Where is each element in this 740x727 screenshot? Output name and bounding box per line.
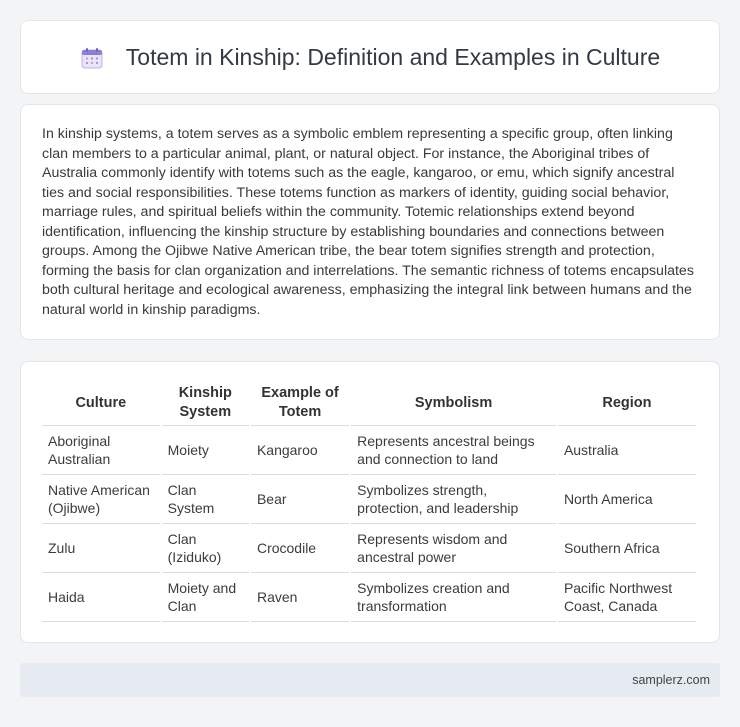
header-kinship-system: Kinship System xyxy=(161,381,249,426)
header-culture: Culture xyxy=(42,381,160,426)
cell-culture: Zulu xyxy=(42,524,160,573)
cell-kinship-system: Moiety xyxy=(161,426,249,475)
table-header-row: Culture Kinship System Example of Totem … xyxy=(42,381,696,426)
table-row: Haida Moiety and Clan Raven Symbolizes c… xyxy=(42,573,696,622)
title-card: Totem in Kinship: Definition and Example… xyxy=(20,20,720,94)
cell-symbolism: Represents wisdom and ancestral power xyxy=(351,524,556,573)
table-row: Native American (Ojibwe) Clan System Bea… xyxy=(42,475,696,524)
cell-symbolism: Symbolizes creation and transformation xyxy=(351,573,556,622)
calendar-icon xyxy=(81,48,103,69)
table-row: Aboriginal Australian Moiety Kangaroo Re… xyxy=(42,426,696,475)
cell-totem: Raven xyxy=(250,573,350,622)
header-symbolism: Symbolism xyxy=(351,381,556,426)
cell-culture: Native American (Ojibwe) xyxy=(42,475,160,524)
table-row: Zulu Clan (Iziduko) Crocodile Represents… xyxy=(42,524,696,573)
header-example-of-totem: Example of Totem xyxy=(250,381,350,426)
cell-kinship-system: Moiety and Clan xyxy=(161,573,249,622)
page-title: Totem in Kinship: Definition and Example… xyxy=(125,43,661,70)
footer-bar: samplerz.com xyxy=(20,663,720,697)
footer-site-link[interactable]: samplerz.com xyxy=(632,673,710,687)
cell-region: Australia xyxy=(557,426,696,475)
cell-kinship-system: Clan System xyxy=(161,475,249,524)
intro-paragraph: In kinship systems, a totem serves as a … xyxy=(42,126,694,318)
cell-symbolism: Represents ancestral beings and connecti… xyxy=(351,426,556,475)
header-region: Region xyxy=(557,381,696,426)
cell-totem: Crocodile xyxy=(250,524,350,573)
cell-culture: Haida xyxy=(42,573,160,622)
cell-region: North America xyxy=(557,475,696,524)
cell-region: Southern Africa xyxy=(557,524,696,573)
intro-card: In kinship systems, a totem serves as a … xyxy=(20,104,720,340)
cell-culture: Aboriginal Australian xyxy=(42,426,160,475)
cell-totem: Bear xyxy=(250,475,350,524)
totem-table: Culture Kinship System Example of Totem … xyxy=(40,381,698,622)
cell-symbolism: Symbolizes strength, protection, and lea… xyxy=(351,475,556,524)
cell-region: Pacific Northwest Coast, Canada xyxy=(557,573,696,622)
cell-totem: Kangaroo xyxy=(250,426,350,475)
table-card: Culture Kinship System Example of Totem … xyxy=(20,361,720,643)
cell-kinship-system: Clan (Iziduko) xyxy=(161,524,249,573)
